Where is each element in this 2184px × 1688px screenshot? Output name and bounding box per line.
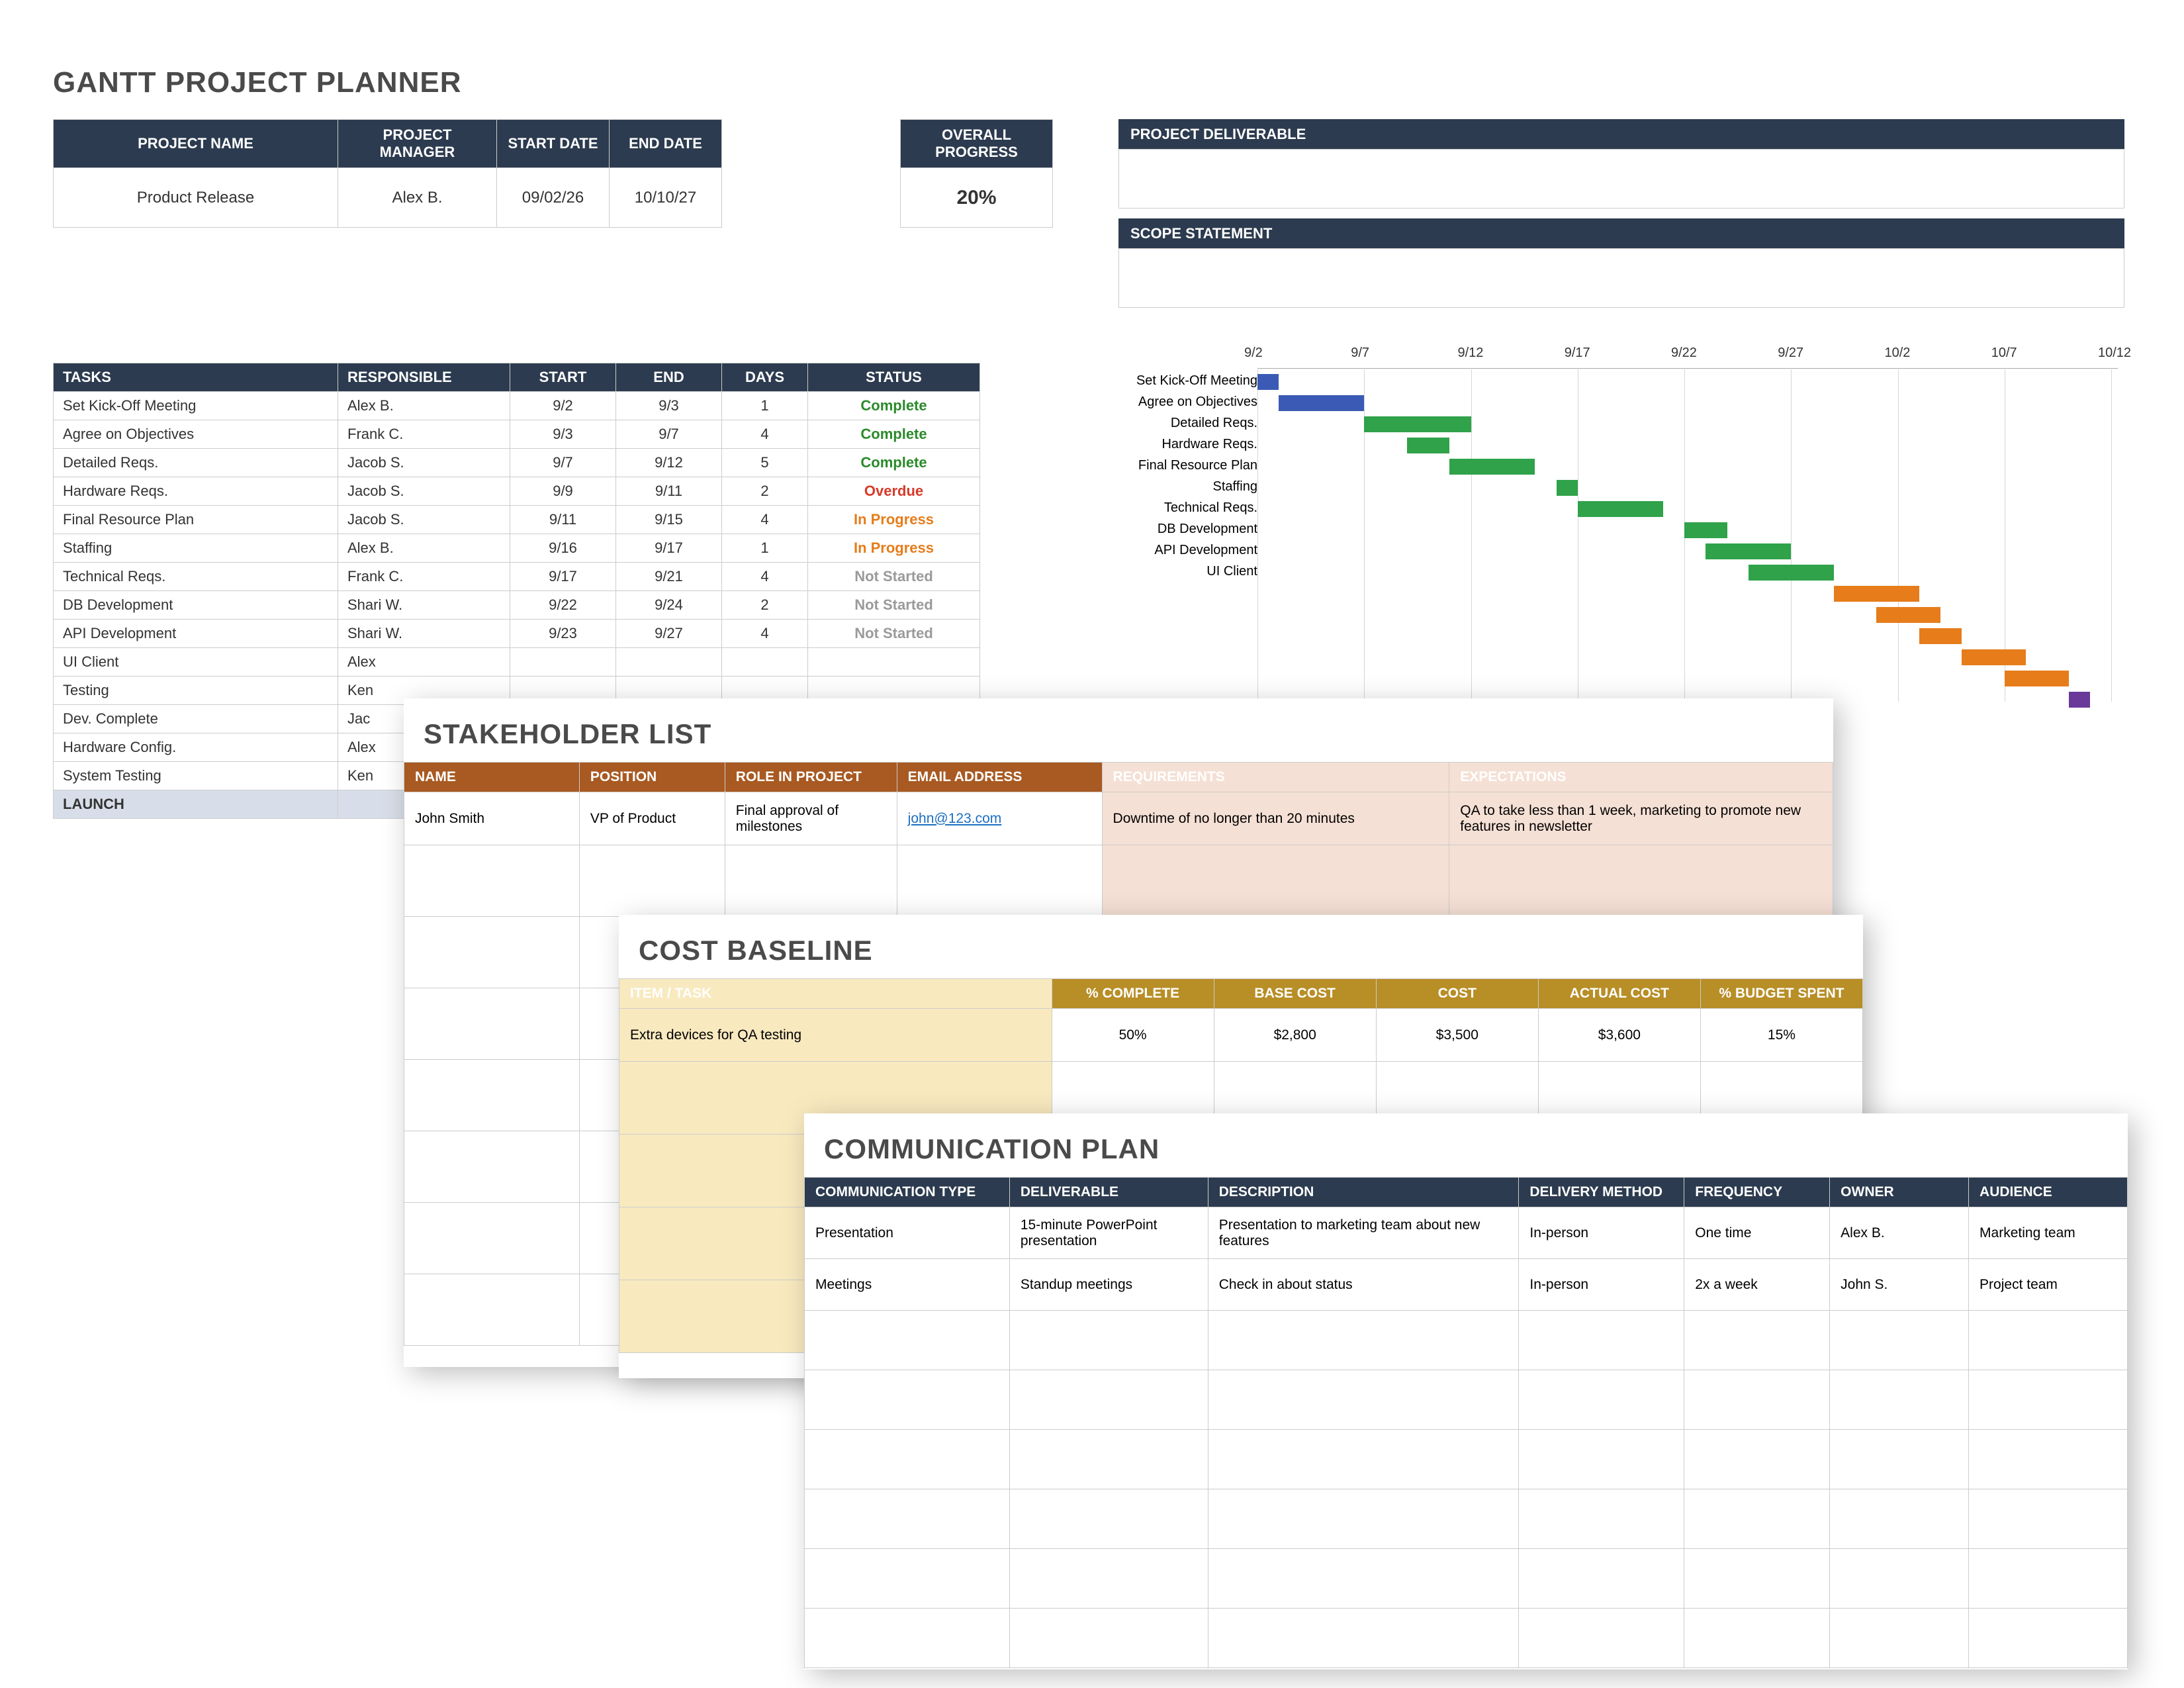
col-project-manager: PROJECT MANAGER	[338, 120, 497, 168]
table-row: UI ClientAlex	[54, 648, 980, 677]
gantt-bar	[1279, 395, 1364, 411]
gantt-bar	[1449, 459, 1535, 475]
col-start-date: START DATE	[497, 120, 610, 168]
table-row: DB DevelopmentShari W.9/229/242Not Start…	[54, 591, 980, 620]
tasks-col-0: TASKS	[54, 363, 338, 392]
tasks-col-2: START	[510, 363, 616, 392]
project-info-table: PROJECT NAME PROJECT MANAGER START DATE …	[53, 119, 722, 228]
communication-title: COMMUNICATION PLAN	[824, 1133, 2128, 1165]
gantt-bar	[1364, 416, 1471, 432]
table-row: Final Resource PlanJacob S.9/119/154In P…	[54, 506, 980, 534]
table-row: API DevelopmentShari W.9/239/274Not Star…	[54, 620, 980, 648]
val-start-date: 09/02/26	[497, 168, 610, 228]
gantt-row-label: Agree on Objectives	[1092, 395, 1257, 410]
cost-title: COST BASELINE	[639, 935, 1863, 966]
gantt-tick: 9/7	[1351, 346, 1369, 361]
gantt-bar	[1962, 649, 2026, 665]
gantt-tick: 10/2	[1885, 346, 1911, 361]
communication-table: COMMUNICATION TYPEDELIVERABLEDESCRIPTION…	[804, 1177, 2128, 1668]
gantt-row-label: Detailed Reqs.	[1092, 416, 1257, 431]
col-project-name: PROJECT NAME	[54, 120, 338, 168]
gantt-row-label: Technical Reqs.	[1092, 500, 1257, 516]
table-row: Set Kick-Off MeetingAlex B.9/29/31Comple…	[54, 392, 980, 420]
gantt-row-label: DB Development	[1092, 522, 1257, 537]
table-row: Hardware Reqs.Jacob S.9/99/112Overdue	[54, 477, 980, 506]
communication-panel: COMMUNICATION PLAN COMMUNICATION TYPEDEL…	[804, 1113, 2128, 1669]
col-end-date: END DATE	[610, 120, 722, 168]
gantt-row-label: Final Resource Plan	[1092, 458, 1257, 473]
tasks-col-5: STATUS	[808, 363, 980, 392]
gantt-bar	[1834, 586, 1919, 602]
gantt-tick: 9/17	[1565, 346, 1590, 361]
table-row: StaffingAlex B.9/169/171In Progress	[54, 534, 980, 563]
gantt-tick: 10/7	[1991, 346, 2017, 361]
val-project-manager: Alex B.	[338, 168, 497, 228]
tasks-col-4: DAYS	[722, 363, 808, 392]
table-row: Extra devices for QA testing50%$2,800$3,…	[619, 1009, 1863, 1062]
gantt-bar	[1257, 374, 1279, 390]
overall-progress-value: 20%	[901, 168, 1053, 228]
gantt-bar	[1684, 522, 1727, 538]
overall-progress-table: OVERALL PROGRESS 20%	[900, 119, 1053, 228]
tasks-col-1: RESPONSIBLE	[338, 363, 510, 392]
gantt-row-label: Set Kick-Off Meeting	[1092, 373, 1257, 389]
table-row: Presentation15-minute PowerPoint present…	[805, 1207, 2128, 1259]
gantt-tick: 9/22	[1671, 346, 1697, 361]
table-row: John SmithVP of ProductFinal approval of…	[404, 792, 1833, 845]
page-title: GANTT PROJECT PLANNER	[53, 66, 461, 99]
overall-progress-label: OVERALL PROGRESS	[901, 120, 1053, 168]
gantt-chart: 9/29/79/129/179/229/2710/210/710/12Set K…	[1079, 331, 2118, 702]
deliverable-body	[1118, 149, 2124, 209]
gantt-tick: 9/27	[1778, 346, 1803, 361]
gantt-row-label: UI Client	[1092, 564, 1257, 579]
scope-body	[1118, 248, 2124, 308]
gantt-row-label: Hardware Reqs.	[1092, 437, 1257, 452]
gantt-bar	[1706, 543, 1791, 559]
gantt-row-label: API Development	[1092, 543, 1257, 558]
gantt-bar	[2069, 692, 2090, 708]
table-row: Technical Reqs.Frank C.9/179/214Not Star…	[54, 563, 980, 591]
gantt-tick: 9/2	[1244, 346, 1263, 361]
deliverable-label: PROJECT DELIVERABLE	[1118, 119, 2124, 150]
gantt-bar	[1557, 480, 1578, 496]
gantt-bar	[1919, 628, 1962, 644]
gantt-bar	[2005, 671, 2069, 686]
val-project-name: Product Release	[54, 168, 338, 228]
gantt-tick: 9/12	[1458, 346, 1484, 361]
table-row: Detailed Reqs.Jacob S.9/79/125Complete	[54, 449, 980, 477]
val-end-date: 10/10/27	[610, 168, 722, 228]
table-row: MeetingsStandup meetingsCheck in about s…	[805, 1259, 2128, 1311]
tasks-col-3: END	[616, 363, 722, 392]
gantt-bar	[1876, 607, 1940, 623]
stakeholder-title: STAKEHOLDER LIST	[424, 718, 1833, 750]
gantt-bar	[1749, 565, 1834, 581]
table-row: Agree on ObjectivesFrank C.9/39/74Comple…	[54, 420, 980, 449]
gantt-bar	[1578, 501, 1663, 517]
scope-label: SCOPE STATEMENT	[1118, 218, 2124, 249]
gantt-tick: 10/12	[2098, 346, 2131, 361]
stakeholder-email-link[interactable]: john@123.com	[908, 811, 1002, 826]
gantt-bar	[1407, 438, 1450, 453]
gantt-row-label: Staffing	[1092, 479, 1257, 494]
